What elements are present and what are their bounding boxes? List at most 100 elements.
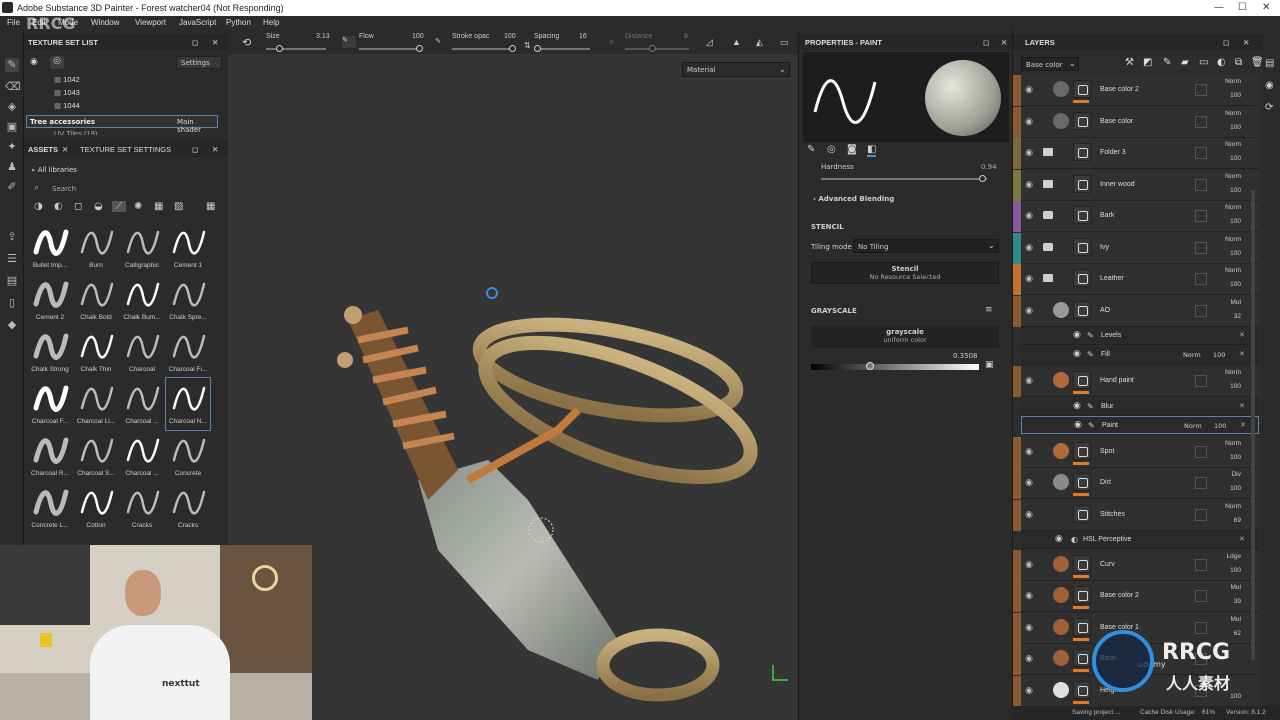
layer-checkbox[interactable] [1195,375,1207,387]
texture-set-selected[interactable]: Tree accessories Main shader [26,115,218,134]
remove-effect-icon[interactable]: ✕ [1239,402,1245,410]
visibility-icon[interactable]: ◉ [1023,85,1035,95]
undock-icon[interactable]: ◻ [1223,38,1229,47]
eye-toggle-icon[interactable]: ◎ [50,56,64,69]
filter-environments-icon[interactable]: ▨ [174,201,183,212]
symmetry-icon[interactable]: ⟲ [242,36,251,49]
layer-checkbox[interactable] [1195,445,1207,458]
blend-mode[interactable]: Div [1211,471,1241,478]
texture-set-item[interactable]: ▦ 1044 [54,101,254,114]
add-effect-icon[interactable]: ⚒ [1125,57,1134,68]
settings-dropdown[interactable]: Settings [176,56,222,69]
hardness-slider[interactable] [821,175,987,182]
add-folder-icon[interactable]: ▭ [1199,57,1208,68]
effect-row[interactable]: ◉ ✎ Paint Norm 100 ✕ [1021,416,1259,434]
grayscale-value[interactable]: 0.3508 [953,352,978,360]
layer-opacity[interactable]: 100 [1211,485,1241,492]
minimize-icon[interactable]: — [1214,2,1224,13]
alignment-icon[interactable]: ◿ [706,37,713,48]
folder-icon[interactable] [1043,242,1053,251]
layer-row[interactable]: ◉ AO Mul 32 [1013,295,1259,327]
blend-mode[interactable]: Norm [1211,110,1241,117]
stencil-tab-icon[interactable]: ◙ [847,144,857,155]
visibility-icon[interactable]: ◉ [1023,591,1035,601]
blend-mode[interactable]: Norm [1211,503,1241,510]
menu-python[interactable]: Python [226,18,251,27]
brush-asset[interactable]: Calligraphic [120,222,164,274]
layer-checkbox[interactable] [1195,273,1207,285]
stroke-opacity-slider[interactable] [452,45,516,52]
geometry-mask-icon[interactable]: ▣ [5,120,19,134]
layer-row[interactable]: ◉ Hand paint Norm 100 [1013,366,1259,397]
folder-icon[interactable] [1043,179,1053,188]
history-dock-icon[interactable]: ⟳ [1265,102,1273,113]
filter-textures-icon[interactable]: ◻ [74,201,82,212]
camera-icon[interactable]: ◭ [756,37,763,48]
spacing-slider[interactable] [534,45,590,52]
brush-tab-icon[interactable]: ✎ [807,144,815,155]
randomize-icon[interactable]: ▣ [985,360,994,370]
effect-row[interactable]: ◉ ◐ HSL Perceptive ✕ [1021,531,1259,549]
layer-checkbox[interactable] [1195,147,1207,159]
effect-row[interactable]: ◉ ✎ Blur ✕ [1021,397,1259,416]
visibility-icon[interactable]: ◉ [1023,243,1035,253]
close-icon[interactable]: ✕ [1262,2,1270,13]
menu-help[interactable]: Help [263,18,279,27]
size-slider[interactable] [266,45,326,52]
blend-mode[interactable]: Mul [1211,616,1241,623]
3d-viewport[interactable] [228,30,798,720]
brush-asset[interactable]: Cracks [120,482,164,534]
maximize-icon[interactable]: ☐ [1238,2,1247,13]
layer-checkbox[interactable] [1195,477,1207,489]
brush-asset[interactable]: Cotton [74,482,118,534]
close-tab-icon[interactable]: ✕ [62,145,68,154]
layers-stack-icon[interactable]: ◆ [5,318,19,332]
remove-effect-icon[interactable]: ✕ [1240,421,1246,429]
blend-mode[interactable]: Norm [1211,440,1241,447]
blend-mode[interactable]: Ldge [1211,553,1241,560]
brush-asset[interactable]: Chalk Thin [74,326,118,378]
layer-row[interactable]: ◉ Stitches Norm 69 [1013,499,1259,531]
layer-checkbox[interactable] [1195,621,1207,634]
visibility-icon[interactable]: ◉ [1023,376,1035,386]
layer-row[interactable]: ◉ Base color Norm 100 [1013,106,1259,138]
texture-set-item[interactable]: ▦ 1042 [54,75,254,88]
menu-file[interactable]: File [7,18,20,27]
display-settings-icon[interactable]: ☰ [5,252,19,266]
mirror-icon[interactable]: ▲ [732,37,741,47]
layer-row[interactable]: ◉ Base color 2 Norm 100 [1013,75,1259,106]
layer-row[interactable]: ◉ Bark Norm 100 [1013,201,1259,232]
layer-opacity[interactable]: 100 [1211,155,1241,162]
stroke-pressure-icon[interactable]: ✎ [435,37,441,45]
filter-brushes-icon[interactable]: ⟋ [112,201,126,212]
add-mask-icon[interactable]: ◩ [1143,57,1152,68]
duplicate-layer-icon[interactable]: ⧉ [1235,57,1242,68]
blend-mode[interactable]: Mul [1211,299,1241,306]
flow-slider[interactable] [359,45,423,52]
shader-settings-icon[interactable]: ▤ [5,274,19,288]
eraser-icon[interactable]: ⌫ [5,80,21,94]
layer-opacity[interactable]: 39 [1211,598,1241,605]
menu-javascript[interactable]: JavaScript [179,18,216,27]
menu-viewport[interactable]: Viewport [135,18,166,27]
brush-asset[interactable]: Chalk Spre... [166,274,210,326]
layer-checkbox[interactable] [1195,508,1207,521]
blend-mode[interactable]: Norm [1211,236,1241,243]
screenshot-icon[interactable]: ▭ [780,37,789,48]
blend-mode[interactable]: Norm [1211,173,1241,180]
brush-asset[interactable]: Charcoal Fi... [166,326,210,378]
brush-asset[interactable]: Charcoal R... [28,430,72,482]
visibility-icon[interactable]: ◉ [1023,654,1035,664]
visibility-icon[interactable]: ◉ [1023,306,1035,316]
menu-window[interactable]: Window [91,18,119,27]
brush-asset[interactable]: Cement 2 [28,274,72,326]
layer-row[interactable]: ◉ Spot Norm 100 [1013,436,1259,468]
layers-dock-icon[interactable]: ▤ [1265,58,1274,69]
blend-mode[interactable]: Norm [1211,141,1241,148]
visibility-icon[interactable]: ◉ [1023,148,1035,158]
effect-opacity[interactable]: 100 [1213,351,1225,359]
material-tab-icon[interactable]: ◧ [867,144,877,157]
layer-opacity[interactable]: 100 [1211,92,1241,99]
blend-mode[interactable]: Norm [1211,78,1241,85]
visibility-icon[interactable]: ◉ [30,57,38,67]
